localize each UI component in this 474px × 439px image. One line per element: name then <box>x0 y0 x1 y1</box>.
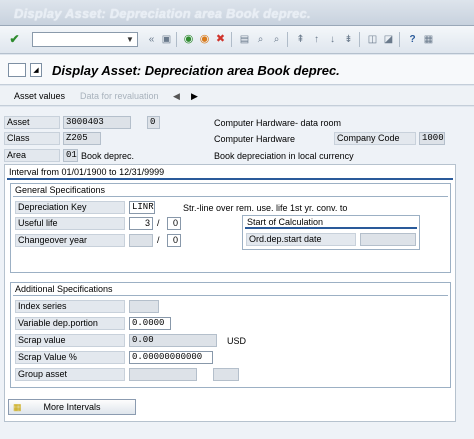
chevron-left-icon[interactable]: ◀ <box>173 91 180 102</box>
toolbar-separator <box>176 32 177 47</box>
group-divider <box>13 295 448 296</box>
find-next-icon[interactable]: ⌕ <box>270 33 283 46</box>
changeover-year-field[interactable] <box>129 234 153 247</box>
variable-dep-portion-label: Variable dep.portion <box>15 317 125 330</box>
start-calc-underline <box>245 227 417 229</box>
menu-corner-icon[interactable]: ◢ <box>30 63 42 77</box>
class-description: Computer Hardware <box>214 134 296 144</box>
additional-specifications-title: Additional Specifications <box>15 284 113 294</box>
chevron-down-icon[interactable]: ▼ <box>124 33 136 46</box>
currency-label: USD <box>227 336 247 346</box>
scrap-value-percent-label: Scrap Value % <box>15 351 125 364</box>
depreciation-key-label: Depreciation Key <box>15 201 125 214</box>
scrap-value-field[interactable]: 0.00 <box>129 334 217 347</box>
general-specifications-title: General Specifications <box>15 185 106 195</box>
find-icon[interactable]: ⌕ <box>254 33 267 46</box>
interval-underline <box>7 178 453 180</box>
slash-separator: / <box>157 218 160 228</box>
start-of-calculation-group: Start of Calculation Ord.dep.start date <box>242 215 420 250</box>
index-series-field[interactable] <box>129 300 159 313</box>
company-code-label: Company Code <box>334 132 416 145</box>
help-icon[interactable]: ? <box>406 33 419 46</box>
create-session-icon[interactable]: ◫ <box>366 33 379 46</box>
layout-menu-icon[interactable]: ▦ <box>422 33 435 46</box>
cancel-icon[interactable]: ✖ <box>214 33 227 46</box>
print-icon[interactable]: ▤ <box>238 33 251 46</box>
chevron-right-icon[interactable]: ▶ <box>191 91 198 102</box>
toolbar-separator <box>287 32 288 47</box>
group-divider <box>13 196 448 197</box>
toolbar-separator <box>399 32 400 47</box>
asset-description: Computer Hardware- data room <box>214 118 342 128</box>
area-name: Book deprec. <box>81 151 135 161</box>
depreciation-key-field[interactable]: LINR <box>129 201 155 214</box>
intervals-icon: ▦ <box>13 402 22 412</box>
application-toolbar: Asset values Data for revaluation ◀ ▶ <box>0 86 474 106</box>
data-for-revaluation-button[interactable]: Data for revaluation <box>80 91 159 101</box>
changeover-year-label: Changeover year <box>15 234 125 247</box>
useful-life-periods-field[interactable]: 0 <box>167 217 181 230</box>
class-field[interactable]: Z205 <box>63 132 101 145</box>
start-of-calculation-title: Start of Calculation <box>247 217 324 227</box>
toolbar-separator <box>231 32 232 47</box>
previous-page-icon[interactable]: ↑ <box>310 33 323 46</box>
asset-values-button[interactable]: Asset values <box>14 91 65 101</box>
system-toolbar: ✔ ▼ « ▣ ◉ ◉ ✖ ▤ ⌕ ⌕ ⇞ ↑ ↓ ⇟ ◫ ◪ ? ▦ <box>0 26 474 54</box>
next-page-icon[interactable]: ↓ <box>326 33 339 46</box>
group-asset-label: Group asset <box>15 368 125 381</box>
command-field[interactable]: ▼ <box>32 32 138 47</box>
group-asset-subnumber-field[interactable] <box>213 368 239 381</box>
variable-dep-portion-field[interactable]: 0.0000 <box>129 317 171 330</box>
area-description: Book depreciation in local currency <box>214 151 354 161</box>
depreciation-key-description: Str.-line over rem. use. life 1st yr. co… <box>183 203 348 213</box>
asset-subnumber-field[interactable]: 0 <box>147 116 160 129</box>
useful-life-label: Useful life <box>15 217 125 230</box>
group-asset-field[interactable] <box>129 368 197 381</box>
asset-number-field[interactable]: 3000403 <box>63 116 131 129</box>
enter-check-icon[interactable]: ✔ <box>8 33 21 46</box>
interval-text: Interval from 01/01/1900 to 12/31/9999 <box>9 167 165 177</box>
index-series-label: Index series <box>15 300 125 313</box>
useful-life-years-field[interactable]: 3 <box>129 217 153 230</box>
more-intervals-button[interactable]: ▦ More Intervals <box>8 399 136 415</box>
ord-dep-start-field[interactable] <box>360 233 416 246</box>
screen-title: Display Asset: Depreciation area Book de… <box>52 63 340 78</box>
asset-icon[interactable] <box>8 63 26 77</box>
asset-label: Asset <box>4 116 60 129</box>
class-label: Class <box>4 132 60 145</box>
exit-icon[interactable]: ◉ <box>198 33 211 46</box>
additional-specifications-group: Additional Specifications Index series V… <box>10 282 451 388</box>
general-specifications-group: General Specifications Depreciation Key … <box>10 183 451 273</box>
window-title-bar: Display Asset: Depreciation area Book de… <box>0 0 474 26</box>
company-code-field[interactable]: 1000 <box>419 132 445 145</box>
screen-header: ◢ Display Asset: Depreciation area Book … <box>0 55 474 85</box>
last-page-icon[interactable]: ⇟ <box>342 33 355 46</box>
interval-panel: Interval from 01/01/1900 to 12/31/9999 G… <box>4 164 456 422</box>
slash-separator: / <box>157 235 160 245</box>
shortcut-icon[interactable]: ◪ <box>382 33 395 46</box>
toolbar-separator <box>359 32 360 47</box>
window-title: Display Asset: Depreciation area Book de… <box>14 6 311 21</box>
scrap-value-label: Scrap value <box>15 334 125 347</box>
save-icon[interactable]: ▣ <box>160 33 173 46</box>
changeover-period-field[interactable]: 0 <box>167 234 181 247</box>
main-content: Asset 3000403 0 Computer Hardware- data … <box>0 107 474 439</box>
area-label: Area <box>4 149 60 162</box>
first-page-icon[interactable]: ⇞ <box>294 33 307 46</box>
area-field[interactable]: 01 <box>63 149 78 162</box>
scrap-value-percent-field[interactable]: 0.00000000000 <box>129 351 213 364</box>
ord-dep-start-label: Ord.dep.start date <box>246 233 356 246</box>
back-icon[interactable]: ◉ <box>182 33 195 46</box>
double-chevron-left-icon[interactable]: « <box>145 33 158 46</box>
